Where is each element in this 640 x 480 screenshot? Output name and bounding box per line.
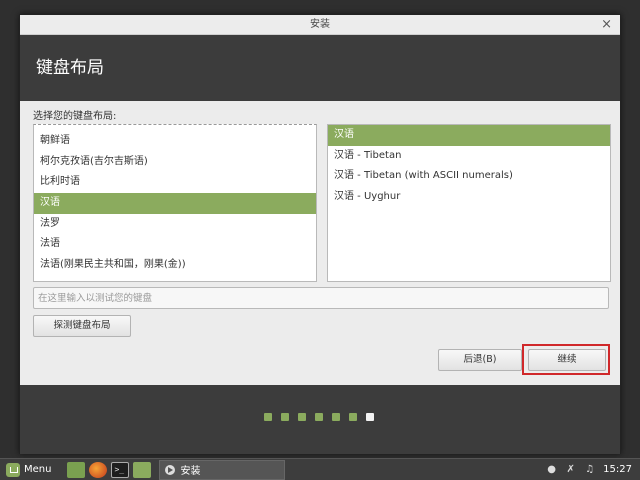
show-desktop-icon[interactable] (67, 462, 85, 478)
header-band: 键盘布局 (20, 35, 620, 101)
clock[interactable]: 15:27 (603, 464, 632, 475)
progress-dot (366, 413, 374, 421)
volume-icon[interactable]: ♫ (584, 464, 595, 475)
progress-dot (298, 413, 306, 421)
back-button[interactable]: 后退(B) (438, 349, 522, 371)
menu-button[interactable]: Menu (0, 459, 57, 480)
files-icon[interactable] (133, 462, 151, 478)
progress-dot (315, 413, 323, 421)
title-bar: 安装 × (20, 15, 620, 35)
taskbar-item-installer[interactable]: 安装 (159, 460, 285, 480)
layout-item[interactable]: 朝鲜语 (34, 131, 316, 152)
system-tray: ● ✗ ♫ 15:27 (546, 464, 640, 475)
task-label: 安装 (180, 462, 200, 477)
layout-item[interactable]: 法罗 (34, 214, 316, 235)
window-title: 安装 (310, 19, 330, 30)
progress-dot (281, 413, 289, 421)
close-icon[interactable]: × (601, 15, 612, 35)
layout-item[interactable]: 法语(刚果民主共和国，刚果(金)) (34, 255, 316, 276)
progress-dots (264, 413, 374, 421)
taskbar: Menu >_ 安装 ● ✗ ♫ 15:27 (0, 458, 640, 480)
layout-prompt-label: 选择您的键盘布局: (33, 107, 116, 122)
user-icon[interactable]: ● (546, 464, 557, 475)
installer-icon (165, 465, 175, 475)
variant-item[interactable]: 汉语 - Tibetan (with ASCII numerals) (328, 166, 610, 187)
layout-item[interactable]: 法语 (34, 234, 316, 255)
progress-dot (264, 413, 272, 421)
variant-list[interactable]: 汉语 汉语 - Tibetan 汉语 - Tibetan (with ASCII… (327, 124, 611, 282)
progress-dot (332, 413, 340, 421)
variant-item[interactable]: 汉语 - Uyghur (328, 187, 610, 208)
layout-item[interactable]: 柯尔克孜语(吉尔吉斯语) (34, 152, 316, 173)
network-icon[interactable]: ✗ (565, 464, 576, 475)
layout-item[interactable]: 汉语 (34, 193, 316, 214)
continue-button[interactable]: 继续 (528, 349, 606, 371)
layout-list[interactable]: 朝鲜语 柯尔克孜语(吉尔吉斯语) 比利时语 汉语 法罗 法语 法语(刚果民主共和… (33, 124, 317, 282)
installer-window: 安装 × 键盘布局 选择您的键盘布局: 朝鲜语 柯尔克孜语(吉尔吉斯语) 比利时… (19, 14, 621, 454)
variant-item[interactable]: 汉语 - Tibetan (328, 146, 610, 167)
detect-layout-button[interactable]: 探测键盘布局 (33, 315, 131, 337)
keyboard-test-input[interactable] (33, 287, 609, 309)
variant-item[interactable]: 汉语 (328, 125, 610, 146)
menu-label: Menu (24, 464, 51, 475)
content-area: 选择您的键盘布局: 朝鲜语 柯尔克孜语(吉尔吉斯语) 比利时语 汉语 法罗 法语… (20, 101, 620, 391)
footer-band (20, 385, 620, 454)
layout-item[interactable]: 比利时语 (34, 172, 316, 193)
mint-logo-icon (6, 463, 20, 477)
firefox-icon[interactable] (89, 462, 107, 478)
page-title: 键盘布局 (36, 53, 104, 78)
progress-dot (349, 413, 357, 421)
terminal-icon[interactable]: >_ (111, 462, 129, 478)
